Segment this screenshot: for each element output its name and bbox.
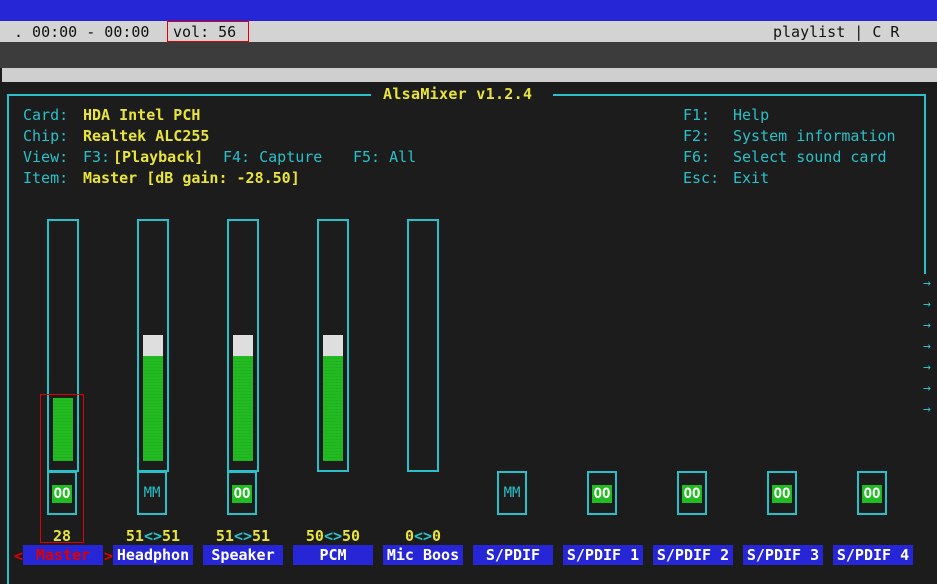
headphone-muted-indicator: MM	[143, 485, 161, 501]
view-label: View:	[23, 148, 69, 166]
system-info-action[interactable]: System information	[733, 127, 896, 145]
chip-label: Chip:	[23, 127, 69, 145]
spdif-2-mute-toggle[interactable]: OO	[677, 471, 707, 515]
playback-position: . 00:00 - 00:00	[14, 23, 150, 41]
terminal-gap	[0, 42, 937, 68]
mic-boost-volume-slider[interactable]	[407, 219, 439, 472]
window-left-border	[7, 94, 9, 584]
speaker-channel-label[interactable]: Speaker	[203, 545, 283, 565]
spdif-muted-indicator: MM	[503, 485, 521, 501]
help-action[interactable]: Help	[733, 106, 769, 124]
mic-boost-level-value: 0<>0	[404, 527, 442, 545]
card-value: HDA Intel PCH	[83, 106, 201, 124]
speaker-mute-toggle[interactable]: OO	[227, 471, 257, 515]
headphone-channel-label[interactable]: Headphon	[113, 545, 193, 565]
item-value: Master [dB gain: -28.50]	[83, 169, 300, 187]
spdif-3-mute-toggle[interactable]: OO	[767, 471, 797, 515]
system-info-key: F2:	[683, 127, 711, 145]
mic-boost-channel-label[interactable]: Mic Boos	[383, 545, 463, 565]
window-top-edge	[2, 68, 937, 82]
headphone-level-fill	[143, 356, 163, 461]
exit-action[interactable]: Exit	[733, 169, 769, 187]
master-channel-label[interactable]: Master	[23, 545, 103, 565]
exit-key: Esc:	[683, 169, 720, 187]
spdif-1-mute-toggle[interactable]: OO	[587, 471, 617, 515]
scroll-right-arrow-icon[interactable]: →	[923, 381, 931, 396]
speaker-level-value: 51<>51	[215, 527, 271, 545]
scroll-right-arrow-icon[interactable]: →	[923, 297, 931, 312]
spdif-mute-toggle[interactable]: MM	[497, 471, 527, 515]
player-status-bar: . 00:00 - 00:00 vol: 56 playlist | C R	[0, 21, 937, 42]
playlist-mode-indicator: playlist | C R	[773, 23, 900, 41]
item-label: Item:	[23, 169, 69, 187]
speaker-level-fill	[233, 356, 253, 461]
spdif-2-unmuted-indicator: OO	[682, 485, 702, 503]
speaker-level-peak	[233, 335, 253, 356]
scroll-right-arrow-icon[interactable]: →	[923, 402, 931, 417]
view-capture-option[interactable]: F4: Capture	[223, 148, 322, 166]
title-rule-left	[9, 94, 371, 96]
spdif-4-unmuted-indicator: OO	[862, 485, 882, 503]
card-label: Card:	[23, 106, 69, 124]
pcm-level-value: 50<>50	[305, 527, 361, 545]
headphone-level-value: 51<>51	[125, 527, 181, 545]
master-level-value: 28	[52, 527, 72, 545]
spdif-channel-label[interactable]: S/PDIF	[473, 545, 553, 565]
spdif-1-channel-label[interactable]: S/PDIF 1	[563, 545, 643, 565]
speaker-unmuted-indicator: OO	[232, 485, 252, 503]
window-right-border	[924, 94, 926, 274]
spdif-2-channel-label[interactable]: S/PDIF 2	[653, 545, 733, 565]
selector-left-marker: <	[14, 547, 24, 565]
view-all-option[interactable]: F5: All	[353, 148, 416, 166]
headphone-mute-toggle[interactable]: MM	[137, 471, 167, 515]
headphone-level-peak	[143, 335, 163, 356]
pcm-level-fill	[323, 356, 343, 461]
spdif-4-mute-toggle[interactable]: OO	[857, 471, 887, 515]
scroll-right-arrow-icon[interactable]: →	[923, 276, 931, 291]
scroll-right-arrow-icon[interactable]: →	[923, 318, 931, 333]
volume-readout[interactable]: vol: 56	[173, 22, 236, 42]
view-f3-key: F3:	[83, 148, 111, 166]
select-card-key: F6:	[683, 148, 711, 166]
selector-right-marker: >	[104, 547, 114, 565]
master-selection-highlight	[40, 394, 84, 543]
pcm-level-peak	[323, 335, 343, 356]
chip-value: Realtek ALC255	[83, 127, 210, 145]
spdif-3-channel-label[interactable]: S/PDIF 3	[743, 545, 823, 565]
spdif-4-channel-label[interactable]: S/PDIF 4	[833, 545, 913, 565]
scroll-right-arrow-icon[interactable]: →	[923, 360, 931, 375]
mixer-title: AlsaMixer v1.2.4	[383, 85, 533, 103]
spdif-3-unmuted-indicator: OO	[772, 485, 792, 503]
spdif-1-unmuted-indicator: OO	[592, 485, 612, 503]
select-card-action[interactable]: Select sound card	[733, 148, 887, 166]
title-rule-right	[553, 94, 926, 96]
view-playback-active[interactable]: [Playback]	[113, 148, 203, 166]
scroll-right-arrow-icon[interactable]: →	[923, 339, 931, 354]
pcm-channel-label[interactable]: PCM	[293, 545, 373, 565]
terminal-top-bar	[0, 0, 937, 21]
help-key: F1:	[683, 106, 711, 124]
